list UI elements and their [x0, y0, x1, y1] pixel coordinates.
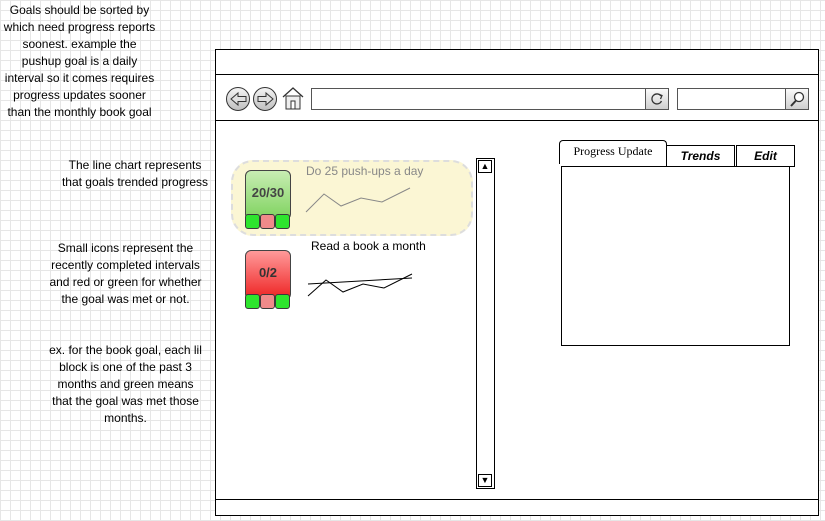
note-line-chart: The line chart represents that goals tre… — [60, 157, 210, 191]
interval-block-not-met — [260, 214, 275, 229]
goal-title[interactable]: Read a book a month — [311, 239, 426, 253]
home-button[interactable] — [281, 86, 305, 110]
titlebar-divider — [216, 74, 818, 75]
search-button[interactable] — [785, 89, 808, 109]
note-book-example: ex. for the book goal, each lil block is… — [48, 342, 203, 427]
note-text: Small icons represent the recently compl… — [49, 241, 202, 306]
back-button[interactable] — [226, 87, 250, 111]
note-text: ex. for the book goal, each lil block is… — [49, 343, 202, 425]
magnifier-icon — [790, 91, 805, 107]
go-button[interactable] — [645, 89, 668, 109]
interval-block-met — [245, 294, 260, 309]
statusbar-divider — [216, 499, 818, 500]
home-icon — [282, 87, 304, 110]
note-sorting: Goals should be sorted by which need pro… — [2, 2, 157, 121]
url-field[interactable] — [311, 88, 669, 110]
interval-block-met — [245, 214, 260, 229]
trend-line-chart — [305, 187, 411, 213]
interval-block-met — [275, 214, 290, 229]
forward-arrow-icon — [257, 91, 274, 107]
forward-button[interactable] — [253, 87, 277, 111]
tab-content-panel — [561, 166, 790, 346]
goal-title[interactable]: Do 25 push-ups a day — [306, 164, 423, 178]
tab-trends[interactable]: Trends — [666, 145, 735, 167]
progress-badge[interactable]: 20/30 — [245, 170, 291, 220]
trend-line-chart — [307, 273, 413, 297]
back-arrow-icon — [230, 91, 247, 107]
browser-window: 20/30 Do 25 push-ups a day 0/2 Read a bo… — [215, 49, 819, 516]
goal-list-scrollbar[interactable]: ▲ ▼ — [476, 158, 495, 489]
tab-progress-update[interactable]: Progress Update — [559, 140, 667, 164]
progress-badge[interactable]: 0/2 — [245, 250, 291, 300]
search-field[interactable] — [677, 88, 809, 110]
tab-edit[interactable]: Edit — [736, 145, 795, 167]
refresh-icon — [651, 93, 663, 105]
interval-block-met — [275, 294, 290, 309]
interval-block-not-met — [260, 294, 275, 309]
note-text: Goals should be sorted by which need pro… — [3, 3, 156, 119]
toolbar-divider — [216, 120, 818, 121]
note-text: The line chart represents that goals tre… — [61, 158, 209, 189]
scroll-up-button[interactable]: ▲ — [478, 160, 492, 173]
note-small-icons: Small icons represent the recently compl… — [48, 240, 203, 308]
scroll-down-button[interactable]: ▼ — [478, 474, 492, 487]
